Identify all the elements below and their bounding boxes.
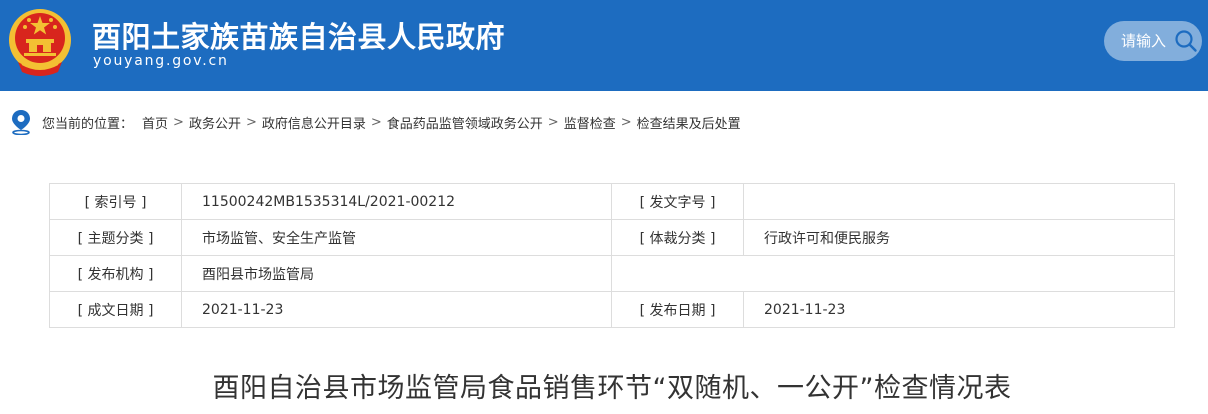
- breadcrumb: 您当前的位置： 首页 > 政务公开 > 政府信息公开目录 > 食品药品监管领域政…: [10, 108, 741, 136]
- search-input[interactable]: [1104, 21, 1172, 61]
- table-row: [ 主题分类 ] 市场监管、安全生产监管 [ 体裁分类 ] 行政许可和便民服务: [49, 219, 1175, 256]
- site-header: 酉阳土家族苗族自治县人民政府 youyang.gov.cn: [0, 0, 1208, 91]
- breadcrumb-home[interactable]: 首页: [142, 113, 168, 132]
- genre-category-label: [ 体裁分类 ]: [611, 219, 744, 256]
- publish-date-value: 2021-11-23: [743, 291, 1175, 328]
- empty-cell: [611, 255, 1175, 292]
- publisher-label: [ 发布机构 ]: [49, 255, 182, 292]
- site-domain: youyang.gov.cn: [93, 53, 229, 69]
- topic-category-label: [ 主题分类 ]: [49, 219, 182, 256]
- breadcrumb-separator: >: [245, 114, 257, 130]
- breadcrumb-inspection-results[interactable]: 检查结果及后处置: [637, 113, 741, 132]
- location-pin-icon: [12, 110, 30, 135]
- breadcrumb-prefix: 您当前的位置：: [42, 116, 134, 132]
- index-number-label: [ 索引号 ]: [49, 183, 182, 220]
- table-row: [ 成文日期 ] 2021-11-23 [ 发布日期 ] 2021-11-23: [49, 291, 1175, 328]
- publish-date-label: [ 发布日期 ]: [611, 291, 744, 328]
- table-row: [ 发布机构 ] 酉阳县市场监管局: [49, 255, 1175, 292]
- table-row: [ 索引号 ] 11500242MB1535314L/2021-00212 [ …: [49, 183, 1175, 220]
- document-number-label: [ 发文字号 ]: [611, 183, 744, 220]
- search-box: [1104, 21, 1202, 61]
- search-icon[interactable]: [1174, 29, 1198, 53]
- national-emblem-icon[interactable]: [8, 6, 72, 78]
- written-date-value: 2021-11-23: [181, 291, 612, 328]
- site-title[interactable]: 酉阳土家族苗族自治县人民政府: [92, 14, 505, 56]
- breadcrumb-separator: >: [173, 114, 184, 130]
- index-number-value: 11500242MB1535314L/2021-00212: [181, 183, 612, 220]
- breadcrumb-supervision[interactable]: 监督检查: [564, 113, 616, 132]
- breadcrumb-separator: >: [620, 114, 632, 130]
- document-number-value: [743, 183, 1175, 220]
- breadcrumb-government-affairs[interactable]: 政务公开: [189, 113, 241, 132]
- written-date-label: [ 成文日期 ]: [49, 291, 182, 328]
- document-metadata-table: [ 索引号 ] 11500242MB1535314L/2021-00212 [ …: [49, 183, 1175, 328]
- document-title: 酉阳自治县市场监管局食品销售环节“双随机、一公开”检查情况表: [212, 373, 1012, 404]
- topic-category-value: 市场监管、安全生产监管: [181, 219, 612, 256]
- breadcrumb-info-catalog[interactable]: 政府信息公开目录: [262, 113, 366, 132]
- breadcrumb-food-drug[interactable]: 食品药品监管领域政务公开: [387, 113, 543, 132]
- publisher-value: 酉阳县市场监管局: [181, 255, 612, 292]
- breadcrumb-separator: >: [370, 114, 382, 130]
- breadcrumb-separator: >: [547, 114, 559, 130]
- genre-category-value: 行政许可和便民服务: [743, 219, 1175, 256]
